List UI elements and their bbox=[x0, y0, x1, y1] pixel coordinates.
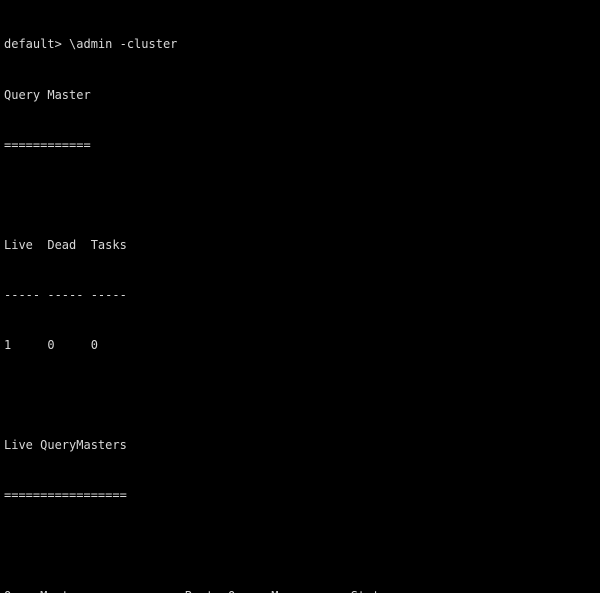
query-master-heading: Query Master bbox=[4, 87, 91, 102]
qm-table-header-row: QueryMaster Port Query Mem Status bbox=[4, 588, 600, 593]
live-querymasters-heading: Live QueryMasters bbox=[4, 438, 127, 453]
terminal-output-pane[interactable]: default> \admin -cluster Query Master ==… bbox=[0, 0, 600, 593]
live-querymasters-underline: ================= bbox=[4, 488, 127, 503]
qm-summary-separator: ----- ----- ----- bbox=[4, 287, 127, 302]
terminal-prompt-line: default> \admin -cluster bbox=[4, 37, 178, 52]
qm-summary-header-row: Live Dead Tasks bbox=[4, 237, 127, 252]
qm-summary-data-row: 1 0 0 bbox=[4, 338, 98, 353]
spacer-line bbox=[4, 538, 600, 555]
query-master-underline: ============ bbox=[4, 137, 91, 152]
spacer-line bbox=[4, 387, 600, 404]
spacer-line bbox=[4, 187, 600, 204]
